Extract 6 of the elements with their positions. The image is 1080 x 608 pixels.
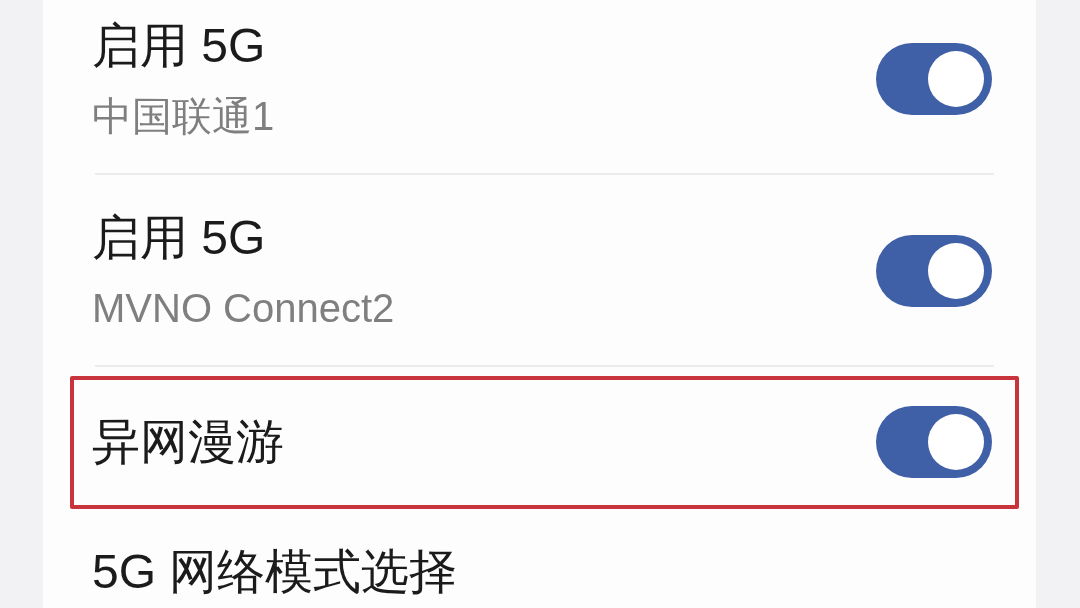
setting-title: 启用 5G	[92, 18, 267, 74]
setting-title: 异网漫游	[92, 414, 284, 470]
setting-title: 启用 5G	[92, 210, 267, 266]
setting-title: 5G 网络模式选择	[92, 544, 458, 600]
setting-subtitle: 中国联通1	[92, 93, 275, 140]
setting-subtitle: MVNO Connect2	[92, 285, 395, 332]
